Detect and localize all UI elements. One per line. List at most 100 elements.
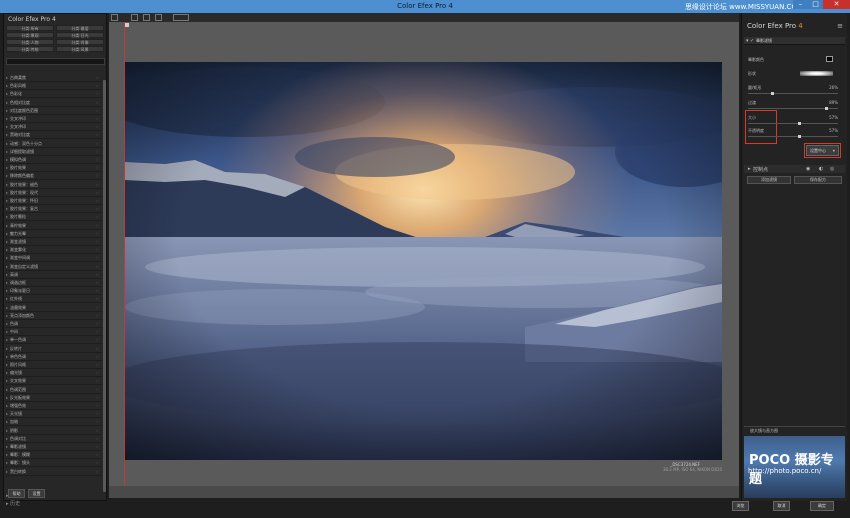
filter-expand-icon[interactable]: ▸ xyxy=(6,172,10,180)
filter-expand-icon[interactable]: ▸ xyxy=(6,361,10,369)
filter-search-input[interactable] xyxy=(6,58,105,65)
category-button[interactable]: 分类:人物 xyxy=(6,39,54,45)
filter-list-item[interactable]: ▸ 反光板效果 ☆ xyxy=(6,394,102,402)
close-window-button[interactable]: ✕ xyxy=(823,0,850,9)
compare-view-icon[interactable] xyxy=(155,14,162,21)
favorite-star-icon[interactable]: ☆ xyxy=(95,172,99,180)
filter-expand-icon[interactable]: ▸ xyxy=(6,312,10,320)
favorite-star-icon[interactable]: ☆ xyxy=(95,99,99,107)
background-color-icon[interactable] xyxy=(173,14,189,21)
filter-expand-icon[interactable]: ▸ xyxy=(6,238,10,246)
set-center-button[interactable]: 设置中心 ⌖ xyxy=(806,145,839,156)
filter-list-item[interactable]: ▸ 中间 ☆ xyxy=(6,328,102,337)
filter-expand-icon[interactable]: ▸ xyxy=(6,189,10,197)
favorite-star-icon[interactable]: ☆ xyxy=(95,402,99,410)
filter-expand-icon[interactable]: ▸ xyxy=(6,435,10,443)
filter-expand-icon[interactable]: ▸ xyxy=(6,287,10,295)
filter-list-item[interactable]: ▸ 印象派夏日 ☆ xyxy=(6,287,102,296)
favorite-star-icon[interactable]: ☆ xyxy=(95,213,99,221)
filter-list-item[interactable]: ▸ 色调 ☆ xyxy=(6,320,102,328)
filter-list-item[interactable]: ▸ 胶片效果：褪色 ☆ xyxy=(6,181,102,189)
filter-list-item[interactable]: ▸ 交叉效果 ☆ xyxy=(6,377,102,386)
filter-expand-icon[interactable]: ▸ xyxy=(6,115,10,123)
category-button[interactable]: 分类:景观 xyxy=(6,32,54,38)
favorite-star-icon[interactable]: ☆ xyxy=(95,107,99,115)
size-slider[interactable] xyxy=(748,122,838,125)
filter-expand-icon[interactable]: ▸ xyxy=(6,205,10,213)
category-button[interactable]: 分类:肖像 xyxy=(56,39,104,45)
filter-list-item[interactable]: ▸ 胶片效果 ☆ xyxy=(6,164,102,173)
filter-expand-icon[interactable]: ▸ xyxy=(6,459,10,467)
filter-list-item[interactable]: ▸ 胶片效果：怀旧 ☆ xyxy=(6,197,102,205)
filter-list-item[interactable]: ▸ 加暗 ☆ xyxy=(6,418,102,427)
category-button[interactable]: 分类:最爱 xyxy=(56,25,104,31)
settings-button[interactable]: 设置 xyxy=(28,489,45,498)
favorite-star-icon[interactable]: ☆ xyxy=(95,271,99,279)
minimize-button[interactable]: – xyxy=(793,0,808,9)
favorite-star-icon[interactable]: ☆ xyxy=(95,304,99,312)
favorite-star-icon[interactable]: ☆ xyxy=(95,295,99,303)
side-by-side-icon[interactable] xyxy=(143,14,150,21)
favorite-star-icon[interactable]: ☆ xyxy=(95,90,99,98)
favorite-star-icon[interactable]: ☆ xyxy=(95,74,99,82)
filter-list-item[interactable]: ▸ 晕影：镜头 ☆ xyxy=(6,459,102,468)
filter-expand-icon[interactable]: ▸ xyxy=(6,386,10,394)
filter-list-item[interactable]: ▸ 红外线 ☆ xyxy=(6,295,102,304)
favorite-star-icon[interactable]: ☆ xyxy=(95,353,99,361)
favorite-star-icon[interactable]: ☆ xyxy=(95,189,99,197)
filter-list-item[interactable]: ▸ 渐变滤镜 ☆ xyxy=(6,238,102,246)
favorite-star-icon[interactable]: ☆ xyxy=(95,131,99,139)
filter-list-item[interactable]: ▸ 胶片效果：复古 ☆ xyxy=(6,205,102,214)
category-button[interactable]: 分类:日光 xyxy=(56,32,104,38)
filter-list-item[interactable]: ▸ 色彩化 ☆ xyxy=(6,90,102,99)
filter-list-item[interactable]: ▸ 渐变自定义滤镜 ☆ xyxy=(6,263,102,271)
filter-expand-icon[interactable]: ▸ xyxy=(6,345,10,353)
enable-check-icon[interactable]: ✓ xyxy=(750,38,754,44)
filter-list-item[interactable]: ▸ 晕影：模糊 ☆ xyxy=(6,451,102,460)
navigator-preview[interactable]: POCO 摄影专题 http://photo.poco.cn/ xyxy=(744,436,845,498)
save-recipe-button[interactable]: 保存配方 xyxy=(794,176,842,184)
control-points-row[interactable]: ▸ 控制点 ◉ ◐ ◎ xyxy=(744,165,845,173)
filter-expand-icon[interactable]: ▸ xyxy=(6,181,10,189)
favorite-star-icon[interactable]: ☆ xyxy=(95,164,99,172)
filter-list-item[interactable]: ▸ 偏光镜 ☆ xyxy=(6,369,102,378)
filter-list-item[interactable]: ▸ 天光镜 ☆ xyxy=(6,410,102,419)
favorite-star-icon[interactable]: ☆ xyxy=(95,115,99,123)
filter-expand-icon[interactable]: ▸ xyxy=(6,451,10,459)
favorite-star-icon[interactable]: ☆ xyxy=(95,197,99,205)
filter-expand-icon[interactable]: ▸ xyxy=(6,320,10,328)
favorite-star-icon[interactable]: ☆ xyxy=(95,238,99,246)
add-filter-button[interactable]: 添加滤镜 xyxy=(747,176,791,184)
filter-list-item[interactable]: ▸ 胶片颗粒 ☆ xyxy=(6,213,102,222)
filter-expand-icon[interactable]: ▸ xyxy=(6,99,10,107)
filter-list-item[interactable]: ▸ 色调对比 ☆ xyxy=(6,435,102,443)
favorite-star-icon[interactable]: ☆ xyxy=(95,418,99,426)
filter-expand-icon[interactable]: ▸ xyxy=(6,156,10,164)
favorite-star-icon[interactable]: ☆ xyxy=(95,312,99,320)
favorite-star-icon[interactable]: ☆ xyxy=(95,254,99,262)
filter-list-item[interactable]: ▸ 交叉冲印 ☆ xyxy=(6,123,102,132)
favorite-star-icon[interactable]: ☆ xyxy=(95,123,99,131)
filter-list-scrollbar[interactable] xyxy=(103,80,106,492)
filter-expand-icon[interactable]: ▸ xyxy=(6,82,10,90)
filter-list-item[interactable]: ▸ 高调 ☆ xyxy=(6,271,102,279)
filter-expand-icon[interactable]: ▸ xyxy=(6,443,10,451)
filter-list-item[interactable]: ▸ 阴影 ☆ xyxy=(6,427,102,435)
filter-list-item[interactable]: ▸ 单色色调 ☆ xyxy=(6,353,102,361)
favorite-star-icon[interactable]: ☆ xyxy=(95,328,99,336)
filter-list-item[interactable]: ▸ 渐变雾化 ☆ xyxy=(6,246,102,255)
filter-list-item[interactable]: ▸ 黑白转换 ☆ xyxy=(6,468,102,476)
favorite-star-icon[interactable]: ☆ xyxy=(95,148,99,156)
filter-expand-icon[interactable]: ▸ xyxy=(6,263,10,271)
favorite-star-icon[interactable]: ☆ xyxy=(95,443,99,451)
favorite-star-icon[interactable]: ☆ xyxy=(95,361,99,369)
loupe-histogram-section[interactable]: 放大镜与直方图 xyxy=(744,426,845,434)
favorite-star-icon[interactable]: ☆ xyxy=(95,386,99,394)
filter-list-item[interactable]: ▸ 魅力光晕 ☆ xyxy=(6,230,102,238)
filter-expand-icon[interactable]: ▸ xyxy=(6,410,10,418)
browse-button[interactable]: 浏览 xyxy=(732,501,749,511)
favorite-star-icon[interactable]: ☆ xyxy=(95,377,99,385)
category-button[interactable]: 分类:所有 xyxy=(6,25,54,31)
filter-list-item[interactable]: ▸ 增强色效 ☆ xyxy=(6,402,102,410)
slider-thumb[interactable] xyxy=(797,122,801,125)
